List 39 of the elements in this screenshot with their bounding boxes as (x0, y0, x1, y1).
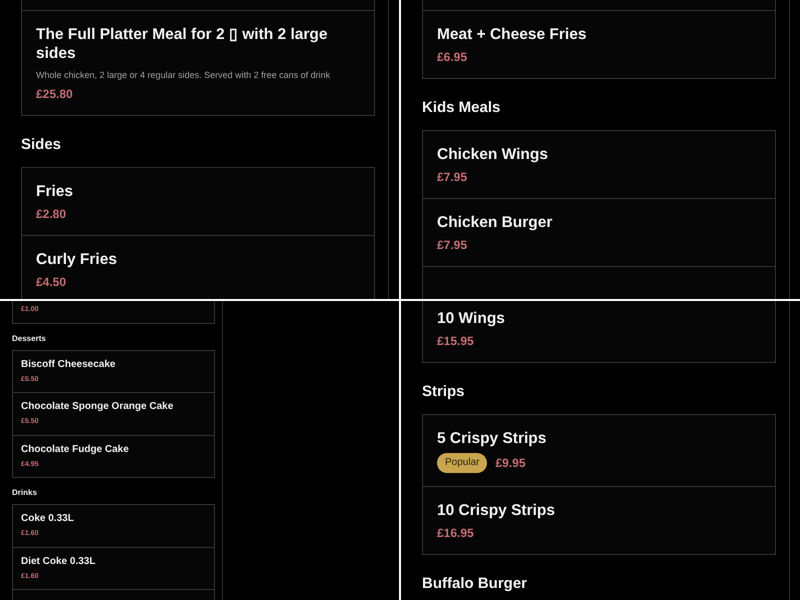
popular-tag: Popular (437, 453, 488, 473)
item-name: Curly Fries (36, 250, 118, 269)
section-heading: Buffalo Burger (422, 575, 528, 593)
item-name: Chocolate Sponge Orange Cake (21, 401, 174, 413)
item-name: Diet Coke 0.33L (21, 556, 96, 568)
item-name: 10 Crispy Strips (437, 501, 556, 520)
section-heading: Strips (422, 383, 466, 401)
menu-item[interactable]: Fries £2.80 (22, 168, 374, 235)
item-price: £7.95 (437, 169, 468, 185)
item-name: The Full Platter Meal for 2 ▯ with 2 large sides (36, 25, 329, 63)
menu-item[interactable]: 10 Wings £15.95 (423, 301, 775, 362)
menu-item[interactable]: Chicken Wings £7.95 (423, 131, 775, 198)
item-price: £25.80 (36, 86, 73, 102)
menu-item[interactable]: 10 Crispy Strips £16.95 (423, 486, 775, 554)
menu-item[interactable]: The Full Platter Meal for 2 ▯ with 2 large sides Whole chicken, 2 large or 4 regular sides. Served with 2 free cans of drink £25.80 (22, 10, 374, 115)
item-description: Whole chicken, 2 large or 4 regular sides. Served with 2 free cans of drink (36, 69, 332, 81)
section-heading: Sides (21, 136, 62, 154)
menu-item[interactable]: Meat + Cheese Fries £6.95 (423, 10, 775, 78)
menu-item[interactable]: Chicken Burger £7.95 (423, 198, 775, 266)
item-name: Biscoff Cheesecake (21, 358, 116, 370)
item-name: Chocolate Fudge Cake (21, 444, 130, 456)
section-heading: Drinks (12, 488, 38, 498)
menu-item[interactable]: 5 Crispy Strips Popular £9.95 (423, 415, 775, 486)
item-price: £2.80 (36, 206, 66, 222)
item-name: Chicken Wings (437, 145, 549, 164)
item-price: £4.50 (36, 274, 66, 290)
item-name: Coke 0.33L (21, 513, 75, 525)
item-price: £7.95 (437, 237, 468, 253)
item-price: £6.95 (437, 49, 468, 65)
item-name: Meat + Cheese Fries (437, 25, 588, 44)
section-heading: Desserts (12, 334, 47, 344)
item-price: £15.95 (437, 333, 474, 349)
item-name: 5 Crispy Strips (437, 429, 548, 448)
section-heading: Kids Meals (422, 99, 502, 117)
item-price: £16.95 (437, 525, 474, 541)
item-name: Chicken Burger (437, 213, 554, 232)
item-name: 10 Wings (437, 309, 506, 328)
item-name: Fries (36, 182, 74, 201)
item-price: £9.95 (495, 455, 526, 471)
